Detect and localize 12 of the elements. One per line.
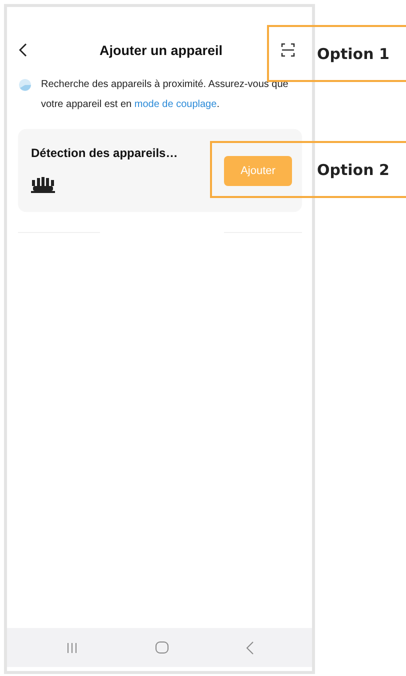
back-icon[interactable]	[19, 43, 27, 57]
recent-apps-icon[interactable]	[66, 642, 78, 654]
pairing-mode-link[interactable]: mode de couplage	[134, 99, 217, 110]
callout-label: Option 2	[317, 160, 390, 178]
search-message: Recherche des appareils à proximité. Assurez-vous que votre appareil est en mode de couplage.	[41, 78, 290, 112]
device-icon	[31, 175, 55, 195]
scan-icon[interactable]	[281, 43, 295, 57]
home-icon[interactable]	[154, 641, 168, 654]
callout-label: Option 1	[317, 44, 390, 62]
loading-icon	[19, 79, 31, 91]
card-title: Détection des appareils…	[31, 146, 178, 160]
screen-title: Ajouter un appareil	[98, 42, 224, 58]
